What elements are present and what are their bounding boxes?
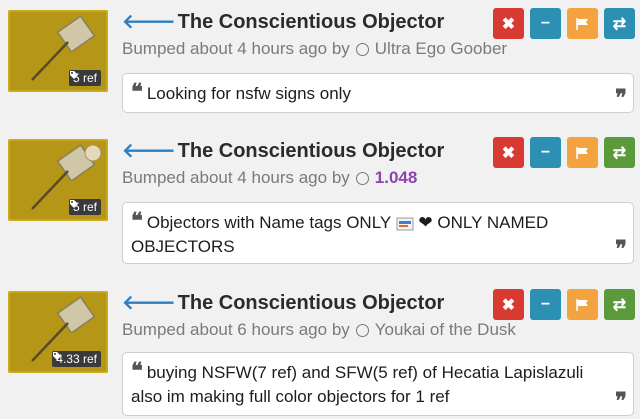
tag-icon [69,200,78,208]
flag-icon [575,146,588,159]
remove-button[interactable]: ✖ [493,137,524,168]
item-title[interactable]: The Conscientious Objector [178,292,445,315]
username-link[interactable]: Youkai of the Dusk [375,320,516,340]
x-icon: ✖ [501,296,516,314]
listing-note: ❝ Objectors with Name tags ONLY ❤ ONLY NA… [122,202,634,264]
minus-icon: − [540,14,551,32]
ref-price-badge: 5 ref [68,70,101,86]
tag-icon [69,71,78,79]
note-text-continued: ONLY NAMED [437,213,549,232]
item-title[interactable]: The Conscientious Objector [178,140,445,163]
left-arrow-icon: 🡐 [122,292,176,314]
username-link[interactable]: Ultra Ego Goober [375,39,507,59]
trade-listing: 4.33 ref 🡐 The Conscientious Objector Bu… [0,289,640,419]
bump-text: Bumped about 4 hours ago by [122,168,350,187]
flag-icon [575,17,588,30]
listing-note: ❝ Looking for nsfw signs only ❞ [122,73,634,113]
report-button[interactable] [567,8,598,39]
trade-listing: 5 ref 🡐 The Conscientious Objector Bumpe… [0,137,640,267]
swap-arrows-icon: ⇄ [612,296,627,314]
trade-button[interactable]: ⇄ [604,8,635,39]
bump-info: Bumped about 6 hours ago by Youkai of th… [122,318,516,342]
report-button[interactable] [567,137,598,168]
close-quote-icon: ❞ [615,236,627,262]
left-arrow-icon: 🡐 [122,11,176,33]
item-thumbnail[interactable]: 5 ref [8,10,108,92]
collapse-button[interactable]: − [530,8,561,39]
ref-price-badge: 5 ref [68,199,101,215]
collapse-button[interactable]: − [530,289,561,320]
user-circle-icon [355,171,369,185]
open-quote-icon: ❝ [131,358,143,384]
flag-icon [575,298,588,311]
heart-icon: ❤ [418,213,433,232]
listing-title-row: 🡐 The Conscientious Objector [122,8,444,36]
listing-note: ❝ buying NSFW(7 ref) and SFW(5 ref) of He… [122,352,634,416]
close-quote-icon: ❞ [615,85,627,111]
listing-actions: ✖ − ⇄ [493,137,635,168]
report-button[interactable] [567,289,598,320]
bump-text: Bumped about 4 hours ago by [122,39,350,58]
swap-arrows-icon: ⇄ [612,144,627,162]
remove-button[interactable]: ✖ [493,289,524,320]
listing-actions: ✖ − ⇄ [493,8,635,39]
trade-listing: 5 ref 🡐 The Conscientious Objector Bumpe… [0,8,640,116]
note-text: buying NSFW(7 ref) and SFW(5 ref) of Hec… [146,363,584,382]
bump-info: Bumped about 4 hours ago by 1.048 [122,166,417,190]
swap-arrows-icon: ⇄ [612,15,627,33]
x-icon: ✖ [501,144,516,162]
item-title[interactable]: The Conscientious Objector [178,11,445,34]
trade-button[interactable]: ⇄ [604,137,635,168]
ref-price-badge: 4.33 ref [52,351,101,367]
minus-icon: − [540,143,551,161]
minus-icon: − [540,295,551,313]
bump-info: Bumped about 4 hours ago by Ultra Ego Go… [122,37,507,61]
item-thumbnail[interactable]: 5 ref [8,139,108,221]
open-quote-icon: ❝ [131,208,143,234]
note-text: Objectors with Name tags ONLY [146,213,391,232]
name-tag-emoji-icon [396,217,414,231]
tag-icon [53,352,62,360]
listing-actions: ✖ − ⇄ [493,289,635,320]
x-icon: ✖ [501,15,516,33]
item-thumbnail[interactable]: 4.33 ref [8,291,108,373]
user-circle-icon [355,323,369,337]
open-quote-icon: ❝ [131,79,143,105]
listing-title-row: 🡐 The Conscientious Objector [122,137,444,165]
ref-price: 4.33 ref [56,352,97,366]
username-link[interactable]: 1.048 [375,168,418,188]
collapse-button[interactable]: − [530,137,561,168]
user-circle-icon [355,42,369,56]
remove-button[interactable]: ✖ [493,8,524,39]
note-text-line2: OBJECTORS [131,237,235,256]
note-text: Looking for nsfw signs only [146,84,351,103]
note-text-line2: also im making full color objectors for … [131,387,450,406]
left-arrow-icon: 🡐 [122,140,176,162]
close-quote-icon: ❞ [615,388,627,414]
bump-text: Bumped about 6 hours ago by [122,320,350,339]
trade-button[interactable]: ⇄ [604,289,635,320]
listing-title-row: 🡐 The Conscientious Objector [122,289,444,317]
